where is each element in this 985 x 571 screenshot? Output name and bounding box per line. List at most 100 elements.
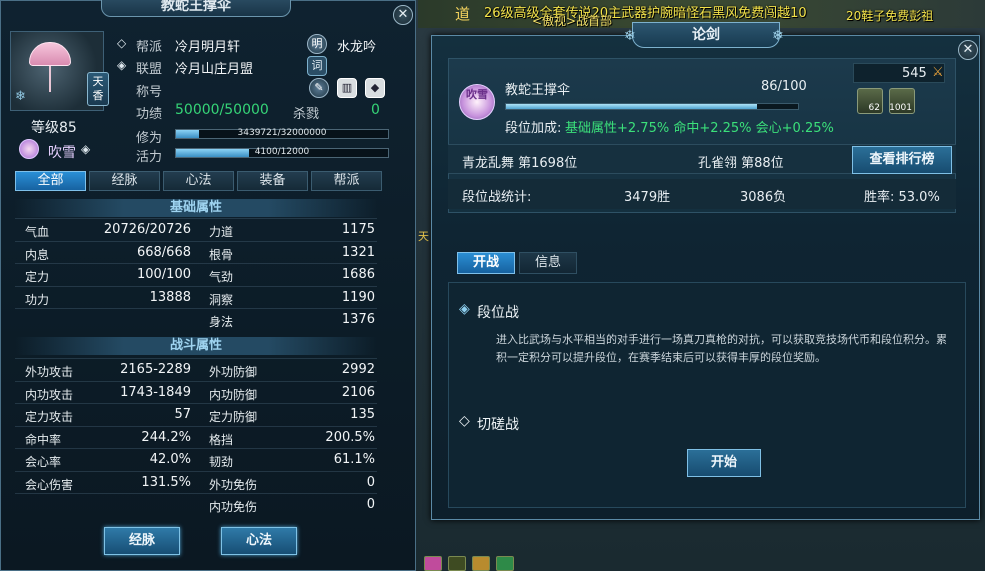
stats-label: 段位战统计: xyxy=(462,190,532,205)
vitality-bar: 4100/12000 xyxy=(175,147,389,158)
attribute-label: 力道 xyxy=(209,225,234,239)
attribute-label: 定力 xyxy=(25,270,50,284)
duel-panel: 论剑 ❄ ❄ ✕ 吹雪 教蛇王撑伞 86/100 段位加成: 基础属性+2.75… xyxy=(431,22,980,520)
attribute-value: 135 xyxy=(350,407,375,422)
brush-icon[interactable]: ✎ xyxy=(309,78,329,98)
attribute-label: 命中率 xyxy=(25,432,62,447)
attribute-value: 2992 xyxy=(341,362,375,377)
skill-icon-1[interactable] xyxy=(424,556,442,571)
attribute-value: 1321 xyxy=(341,244,375,260)
view-ranking-button[interactable]: 查看排行榜 xyxy=(852,146,952,174)
attribute-label: 气血 xyxy=(25,225,50,239)
bonus-label: 段位加成: xyxy=(505,121,562,136)
share-icon[interactable]: ◆ xyxy=(365,78,385,98)
stats-row: 段位战统计: 3479胜 3086负 胜率: 53.0% xyxy=(448,179,956,209)
snowflake-icon: ❄ xyxy=(15,89,26,104)
mode-ranked-title[interactable]: 段位战 xyxy=(477,302,519,322)
attribute-label: 内息 xyxy=(25,247,50,262)
currency-box: 545 ⚔ xyxy=(853,63,945,83)
combat-attributes-header: 战斗属性 xyxy=(15,337,377,355)
character-panel: 教蛇王撑伞 ✕ 天香 ❄ 等级85 吹雪 ◈ ◇ 帮派 冷月明月轩 明 水龙吟 … xyxy=(0,0,416,571)
guild-extra: 水龙吟 xyxy=(337,40,377,55)
attribute-label: 外功免伤 xyxy=(209,477,258,492)
attribute-row: 会心率 42.0% 韧劲 61.1% xyxy=(15,448,377,470)
attribute-value: 668/668 xyxy=(136,244,191,260)
tab-guild[interactable]: 帮派 xyxy=(311,171,382,191)
token-icon-1[interactable]: 62 xyxy=(857,88,883,114)
guild-label: 帮派 xyxy=(136,40,163,55)
scrolling-banner-2: <傲视>战首部 xyxy=(532,14,613,28)
attribute-label: 洞察 xyxy=(209,292,234,307)
attribute-label: 格挡 xyxy=(209,432,234,447)
guild-badge-icon: 明 xyxy=(307,34,327,54)
attribute-row: 内功免伤 0 xyxy=(15,493,377,515)
attribute-row: 命中率 244.2% 格挡 200.5% xyxy=(15,425,377,448)
tab-meridian[interactable]: 经脉 xyxy=(89,171,160,191)
meridian-button[interactable]: 经脉 xyxy=(104,527,180,555)
skill-icon-2[interactable] xyxy=(448,556,466,571)
diamond-icon: ◈ xyxy=(81,142,91,156)
rank-badge-icon: 吹雪 xyxy=(459,84,495,120)
cultivation-label: 修为 xyxy=(136,131,163,146)
cultivation-text: 3439721/32000000 xyxy=(237,128,327,138)
tab-all[interactable]: 全部 xyxy=(15,171,86,191)
school-icon xyxy=(19,139,39,159)
school-name: 吹雪 xyxy=(48,145,76,161)
selected-radio-icon[interactable]: ◈ xyxy=(459,301,470,317)
attribute-label: 定力攻击 xyxy=(25,410,74,424)
tab-equipment[interactable]: 装备 xyxy=(237,171,308,191)
attribute-tabs: 全部 经脉 心法 装备 帮派 xyxy=(15,171,382,191)
attribute-label: 外功防御 xyxy=(209,365,258,379)
win-rate: 胜率: 53.0% xyxy=(864,190,940,205)
merit-label: 功绩 xyxy=(136,107,163,122)
attribute-value: 42.0% xyxy=(149,452,191,467)
tab-start[interactable]: 开战 xyxy=(457,252,515,274)
duel-title: 论剑 xyxy=(632,22,780,48)
mode-content: ◈ 段位战 进入比武场与水平相当的对手进行一场真刀真枪的对抗，可以获取竞技场代币… xyxy=(448,282,966,508)
banner-right: 20鞋子免费彭祖 xyxy=(846,9,934,23)
attribute-label: 功力 xyxy=(25,292,50,307)
rank-progress-bar xyxy=(505,103,799,110)
tab-mind[interactable]: 心法 xyxy=(163,171,234,191)
attribute-value: 2106 xyxy=(341,384,375,400)
start-button[interactable]: 开始 xyxy=(687,449,761,477)
progress-text: 86/100 xyxy=(761,79,807,94)
unselected-radio-icon[interactable]: ◇ xyxy=(459,413,470,429)
attribute-value: 0 xyxy=(366,474,375,490)
close-icon[interactable]: ✕ xyxy=(393,5,413,25)
sword-icon: ⚔ xyxy=(932,65,944,80)
vitality-text: 4100/12000 xyxy=(254,147,310,157)
skill-icon-3[interactable] xyxy=(472,556,490,571)
attribute-label: 外功攻击 xyxy=(25,365,74,379)
wins: 3479胜 xyxy=(624,190,671,205)
attribute-value: 1376 xyxy=(341,312,375,327)
skill-icon-4[interactable] xyxy=(496,556,514,571)
attribute-row: 定力 100/100 气劲 1686 xyxy=(15,263,377,285)
attribute-label: 内功攻击 xyxy=(25,387,74,402)
token-icon-2[interactable]: 1001 xyxy=(889,88,915,114)
mode-spar-title[interactable]: 切磋战 xyxy=(477,414,519,434)
attribute-value: 1743-1849 xyxy=(120,384,191,400)
barcode-icon[interactable]: ▥ xyxy=(337,78,357,98)
attribute-label: 根骨 xyxy=(209,247,234,262)
duel-tabs: 开战 信息 xyxy=(457,252,577,274)
mind-button[interactable]: 心法 xyxy=(221,527,297,555)
vitality-label: 活力 xyxy=(136,150,163,165)
attribute-row: 气血 20726/20726 力道 1175 xyxy=(15,218,377,240)
attribute-value: 200.5% xyxy=(325,429,375,445)
attribute-label: 定力防御 xyxy=(209,410,258,424)
snowflake-right-icon: ❄ xyxy=(772,28,784,44)
attribute-value: 1175 xyxy=(341,222,375,237)
bonus-value: 基础属性+2.75% 命中+2.25% 会心+0.25% xyxy=(565,121,834,136)
alliance-label: 联盟 xyxy=(136,62,163,77)
attribute-value: 131.5% xyxy=(141,474,191,490)
attribute-label: 内功免伤 xyxy=(209,500,258,514)
attribute-label: 内功防御 xyxy=(209,387,258,402)
attribute-value: 244.2% xyxy=(141,429,191,445)
mode-ranked-description: 进入比武场与水平相当的对手进行一场真刀真枪的对抗，可以获取竞技场代币和段位积分。… xyxy=(496,333,947,364)
title-label: 称号 xyxy=(136,85,163,100)
attribute-value: 2165-2289 xyxy=(120,362,191,377)
alliance-value: 冷月山庄月盟 xyxy=(175,62,254,77)
close-duel-icon[interactable]: ✕ xyxy=(958,40,978,60)
tab-info[interactable]: 信息 xyxy=(519,252,577,274)
